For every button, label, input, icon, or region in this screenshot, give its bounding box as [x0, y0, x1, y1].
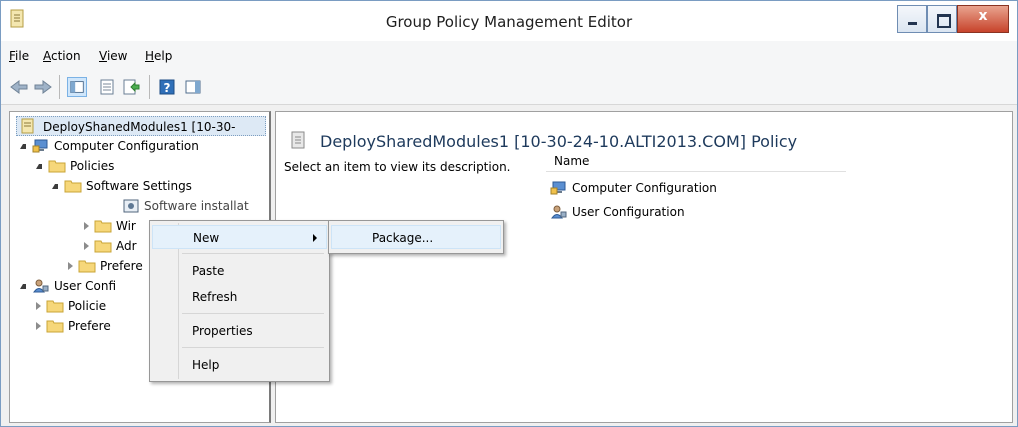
tree-label: Computer Configuration — [54, 139, 199, 153]
menu-item-label: Paste — [192, 264, 225, 278]
list-item-label: User Configuration — [572, 205, 685, 219]
policy-title: DeploySharedModules1 [10-30-24-10.ALTI20… — [320, 132, 798, 151]
folder-icon — [64, 180, 82, 193]
context-menu-new[interactable]: New — [152, 225, 327, 249]
expand-arrow-icon[interactable] — [20, 284, 26, 289]
menu-separator — [182, 347, 324, 348]
menu-file[interactable]: File — [9, 49, 29, 63]
folder-icon — [78, 260, 96, 273]
software-installation-icon — [123, 199, 139, 213]
menu-separator — [182, 253, 324, 254]
user-config-icon — [551, 205, 567, 219]
minimize-button[interactable] — [897, 5, 927, 33]
menu-item-label: New — [193, 231, 220, 245]
tree-label: Software installat — [144, 199, 249, 213]
list-item-label: Computer Configuration — [572, 181, 717, 195]
menu-item-label: Properties — [192, 324, 253, 338]
window-title: Group Policy Management Editor — [385, 13, 633, 31]
column-header-label: Name — [554, 154, 590, 168]
maximize-button[interactable] — [927, 5, 957, 33]
description-text: Select an item to view its description. — [284, 160, 511, 174]
menu-separator — [182, 313, 324, 314]
properties-icon[interactable] — [97, 77, 117, 97]
context-menu-properties[interactable]: Properties — [152, 319, 327, 343]
menu-item-label: Help — [192, 358, 220, 372]
folder-icon — [94, 240, 112, 253]
user-config-icon — [33, 279, 49, 293]
show-hide-action-pane-icon[interactable] — [183, 77, 203, 97]
new-submenu: Package... — [328, 220, 504, 254]
details-pane: DeploySharedModules1 [10-30-24-10.ALTI20… — [275, 111, 1013, 423]
policy-doc-icon — [291, 131, 305, 149]
menu-view[interactable]: View — [99, 49, 127, 63]
tree-label: Policies — [70, 159, 115, 173]
policy-doc-icon — [21, 118, 34, 134]
close-button[interactable] — [957, 5, 1009, 33]
menu-bar: File Action View Help — [1, 41, 1017, 67]
back-icon[interactable] — [9, 77, 29, 97]
tree-label: Prefere — [68, 319, 111, 333]
expand-arrow-icon[interactable] — [36, 322, 41, 330]
tree-label: Adr — [116, 239, 137, 253]
context-menu-refresh[interactable]: Refresh — [152, 285, 327, 309]
show-hide-tree-icon[interactable] — [67, 77, 87, 97]
computer-config-icon — [32, 139, 48, 153]
folder-icon — [48, 160, 66, 173]
folder-icon — [94, 220, 112, 233]
menu-item-label: Refresh — [192, 290, 238, 304]
expand-arrow-icon[interactable] — [84, 222, 89, 230]
app-window: Group Policy Management Editor File Acti… — [0, 0, 1018, 427]
help-icon[interactable]: ? — [157, 77, 177, 97]
context-menu-help[interactable]: Help — [152, 353, 327, 377]
folder-icon — [46, 320, 64, 333]
computer-config-icon — [550, 181, 566, 195]
tree-label: Wir — [116, 219, 136, 233]
menu-action[interactable]: Action — [43, 49, 81, 63]
context-menu-paste[interactable]: Paste — [152, 259, 327, 283]
submenu-arrow-icon — [313, 234, 317, 242]
expand-arrow-icon[interactable] — [36, 302, 41, 310]
tree-label: User Confi — [54, 279, 117, 293]
toolbar-separator — [59, 75, 60, 99]
title-bar[interactable]: Group Policy Management Editor — [1, 1, 1017, 41]
expand-arrow-icon[interactable] — [36, 164, 42, 169]
toolbar-separator — [149, 75, 150, 99]
expand-arrow-icon[interactable] — [68, 262, 73, 270]
tree-label: Prefere — [100, 259, 143, 273]
submenu-package[interactable]: Package... — [331, 225, 501, 249]
expand-arrow-icon[interactable] — [84, 242, 89, 250]
tree-label: Policie — [68, 299, 107, 313]
menu-help[interactable]: Help — [145, 49, 172, 63]
export-list-icon[interactable] — [121, 77, 141, 97]
context-menu: New Paste Refresh Properties Help — [149, 220, 330, 382]
folder-icon — [46, 300, 64, 313]
forward-icon[interactable] — [33, 77, 53, 97]
menu-item-label: Package... — [372, 231, 434, 245]
toolbar: ? — [1, 67, 1017, 105]
tree-item-root[interactable]: DeployShanedModules1 [10-30- — [16, 116, 266, 136]
expand-arrow-icon[interactable] — [20, 144, 26, 149]
column-header-name[interactable]: Name — [546, 150, 846, 172]
svg-text:?: ? — [164, 81, 171, 95]
expand-arrow-icon[interactable] — [52, 184, 58, 189]
tree-label: Software Settings — [86, 179, 192, 193]
tree-label: DeployShanedModules1 [10-30- — [43, 120, 236, 134]
